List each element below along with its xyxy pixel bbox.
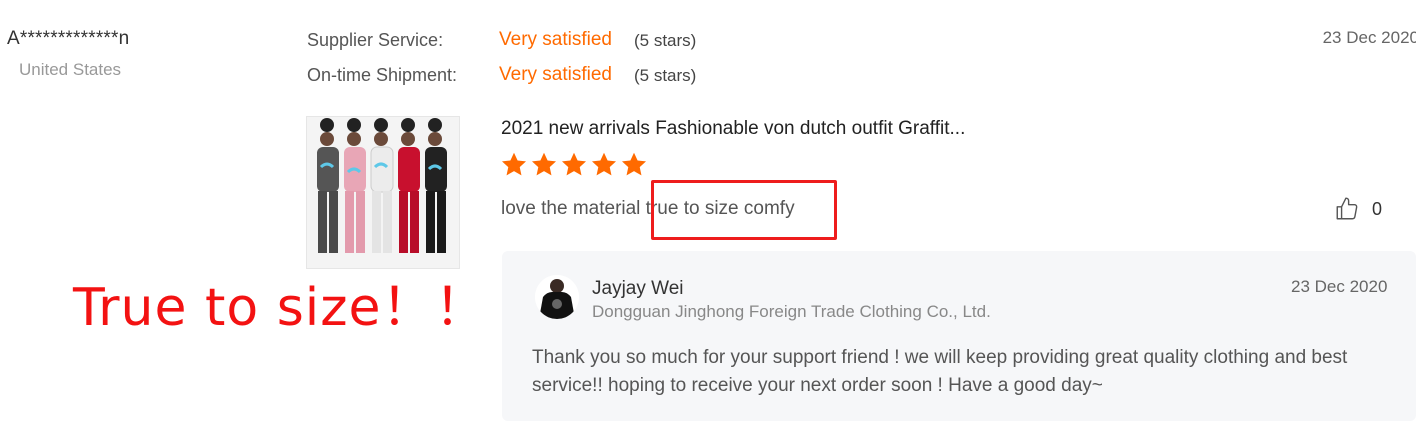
- thumbs-up-icon: [1336, 197, 1358, 220]
- rating-note-ontime-shipment: (5 stars): [634, 66, 697, 85]
- rating-label-supplier-service: Supplier Service:: [307, 30, 444, 50]
- reply-company-link[interactable]: Dongguan Jinghong Foreign Trade Clothing…: [592, 302, 991, 322]
- star-icon: [501, 152, 527, 176]
- star-icon: [591, 152, 617, 176]
- highlight-annotation-box: [651, 180, 837, 240]
- like-button[interactable]: 0: [1334, 196, 1382, 222]
- product-star-rating: [500, 151, 648, 179]
- product-thumbnail[interactable]: [306, 116, 460, 269]
- star-icon: [531, 152, 557, 176]
- review-text-part1: love the material: [501, 198, 641, 219]
- star-icon: [621, 152, 647, 176]
- rating-value-supplier-service: Very satisfied: [499, 29, 612, 50]
- star-icon: [561, 152, 587, 176]
- like-count: 0: [1372, 198, 1383, 219]
- rating-note-supplier-service: (5 stars): [634, 31, 697, 50]
- product-title-link[interactable]: 2021 new arrivals Fashionable von dutch …: [501, 118, 965, 140]
- rating-value-ontime-shipment: Very satisfied: [499, 64, 612, 85]
- reply-date: 23 Dec 2020: [1291, 277, 1388, 296]
- avatar-image: [535, 275, 579, 319]
- product-thumbnail-image: [307, 117, 459, 268]
- annotation-text: True to size！！: [73, 278, 488, 338]
- buyer-name: A*************n: [7, 28, 130, 49]
- review-date: 23 Dec 2020: [1322, 28, 1416, 47]
- reply-text: Thank you so much for your support frien…: [532, 347, 1348, 396]
- reply-author-name: Jayjay Wei: [592, 278, 684, 299]
- rating-label-ontime-shipment: On-time Shipment:: [307, 65, 458, 85]
- buyer-country: United States: [19, 60, 122, 79]
- avatar: [535, 275, 579, 319]
